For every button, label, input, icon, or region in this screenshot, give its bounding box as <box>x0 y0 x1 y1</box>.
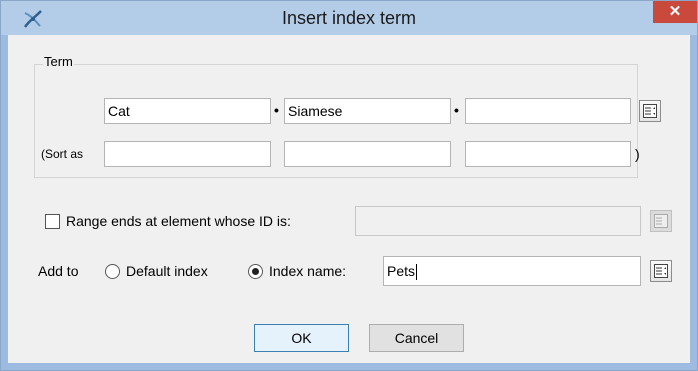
text-caret <box>416 264 418 281</box>
dialog-title: Insert index term <box>281 8 417 28</box>
index-name-value: Pets <box>387 263 416 279</box>
dialog-content: Term Cat • Siamese • (Sort as ) Range en… <box>8 35 690 363</box>
cancel-button[interactable]: Cancel <box>369 324 464 352</box>
term-picker-button[interactable] <box>639 100 661 122</box>
default-index-radio[interactable] <box>105 264 120 279</box>
range-picker-button <box>650 210 672 232</box>
sort-primary-input[interactable] <box>104 141 271 167</box>
primary-term-input[interactable]: Cat <box>104 98 271 124</box>
list-picker-icon <box>654 264 668 278</box>
sort-as-label: (Sort as <box>41 147 84 161</box>
list-picker-icon <box>654 214 668 228</box>
index-name-picker-button[interactable] <box>650 260 672 282</box>
sort-closing-paren: ) <box>635 146 640 162</box>
term-separator: • <box>274 102 279 118</box>
title-bar[interactable]: Insert index term ✕ <box>1 1 697 35</box>
default-index-label[interactable]: Default index <box>126 263 208 279</box>
sort-secondary-input[interactable] <box>284 141 451 167</box>
close-icon: ✕ <box>668 3 682 20</box>
secondary-term-input[interactable]: Siamese <box>284 98 451 124</box>
index-name-label[interactable]: Index name: <box>269 263 346 279</box>
close-button[interactable]: ✕ <box>653 1 697 23</box>
term-legend: Term <box>43 54 74 69</box>
insert-index-term-dialog: Insert index term ✕ Term Cat • Siamese •… <box>0 0 698 371</box>
range-checkbox[interactable] <box>45 214 60 229</box>
tertiary-term-input[interactable] <box>465 98 631 124</box>
add-to-label: Add to <box>38 263 79 279</box>
index-name-radio[interactable] <box>248 264 263 279</box>
index-name-input[interactable]: Pets <box>383 256 641 286</box>
list-picker-icon <box>643 104 657 118</box>
sort-tertiary-input[interactable] <box>465 141 631 167</box>
ok-button[interactable]: OK <box>254 324 349 352</box>
range-label[interactable]: Range ends at element whose ID is: <box>66 213 291 229</box>
radio-selected-dot <box>252 268 259 275</box>
term-separator: • <box>454 102 459 118</box>
range-end-id-input <box>355 206 641 236</box>
